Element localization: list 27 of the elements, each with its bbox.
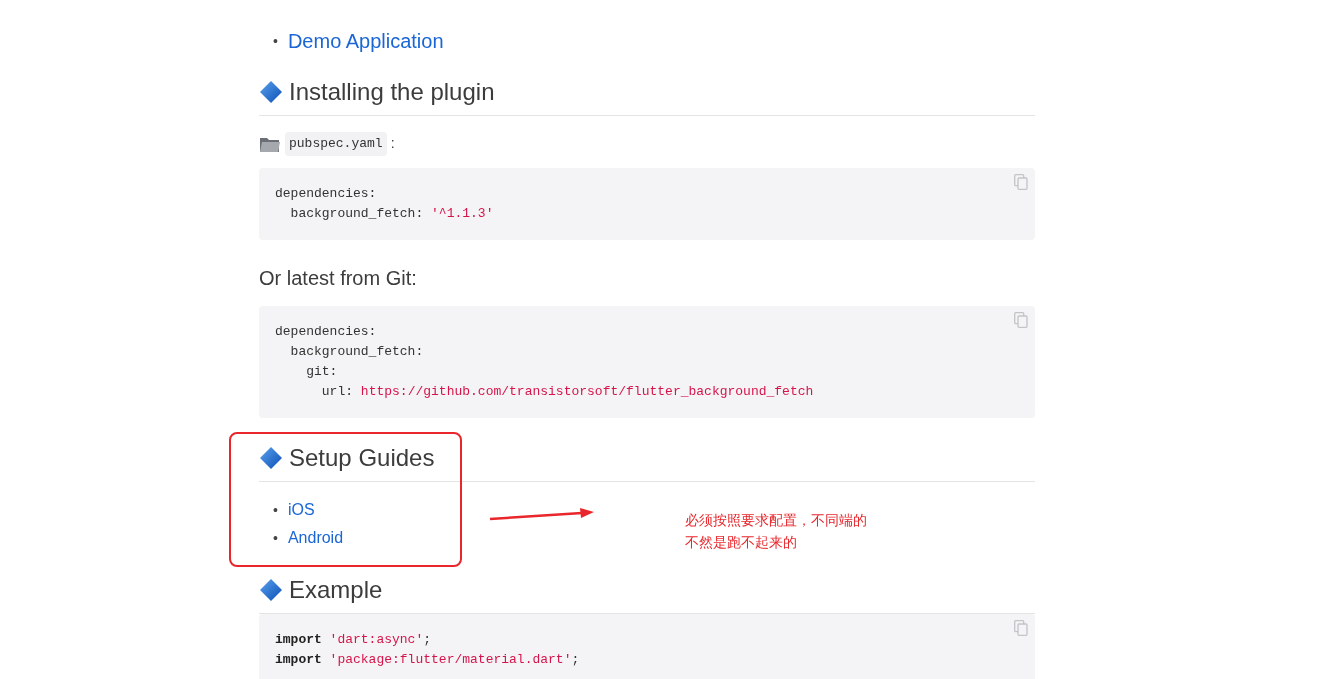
diamond-icon: [259, 80, 283, 104]
copy-icon[interactable]: [1014, 173, 1028, 190]
code-line: git:: [305, 362, 338, 381]
section-heading: Setup Guides: [289, 442, 435, 473]
doc-link[interactable]: Android: [287, 523, 344, 552]
section-heading: Example: [289, 574, 383, 605]
code-line: background_fetch:: [289, 342, 424, 361]
copy-icon[interactable]: [1014, 311, 1028, 328]
bullet-mark: •: [273, 500, 278, 520]
code-line: import 'dart:async';: [275, 630, 432, 649]
doc-link[interactable]: Demo Application: [287, 26, 444, 56]
code-line: dependencies:: [275, 184, 377, 203]
annotation-note: 必须按照要求配置，不同端的不然是跑不起来的: [685, 511, 868, 552]
copy-icon[interactable]: [1014, 619, 1028, 636]
file-name: pubspec.yaml: [285, 132, 387, 156]
colon-text: :: [390, 134, 395, 154]
code-line: dependencies:: [275, 322, 377, 341]
code-line: background_fetch: '^1.1.3': [289, 204, 494, 223]
diamond-icon: [259, 577, 283, 602]
code-line: import 'package:flutter/material.dart';: [275, 650, 580, 669]
bullet-mark: •: [273, 528, 278, 548]
section-heading: Installing the plugin: [289, 77, 495, 107]
paragraph-text: Or latest from Git:: [259, 265, 417, 291]
bullet-mark: •: [273, 32, 278, 51]
diamond-icon: [259, 445, 283, 470]
doc-link[interactable]: iOS: [287, 495, 315, 524]
code-line: url: https://github.com/transistorsoft/flutter_background_fetch: [320, 382, 814, 401]
